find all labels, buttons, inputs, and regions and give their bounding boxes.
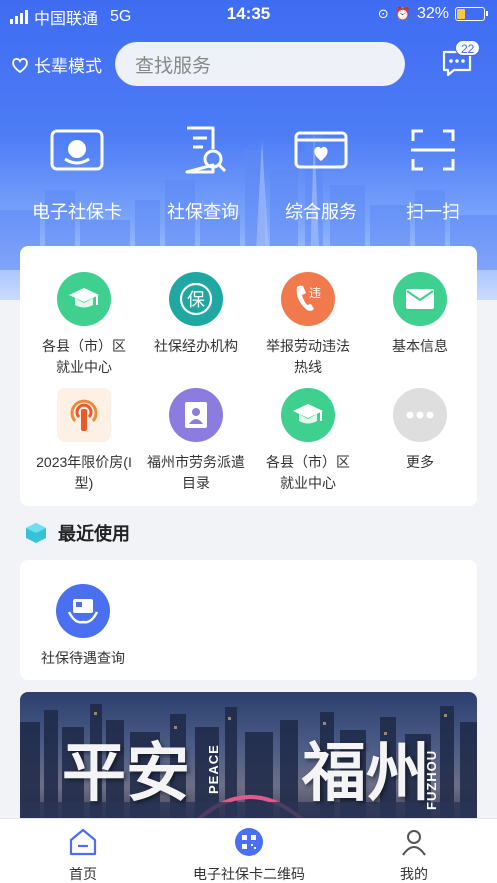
graduation-cap-icon xyxy=(281,388,335,442)
service-label: 基本信息 xyxy=(392,338,448,354)
heart-card-icon xyxy=(294,131,348,169)
social-card-icon xyxy=(50,129,104,171)
graduation-cap-icon xyxy=(57,272,111,326)
person-card-icon xyxy=(169,388,223,442)
banner-text-peace: 平安 xyxy=(62,737,190,811)
tab-mine[interactable]: 我的 xyxy=(331,827,497,883)
service-labor-dispatch[interactable]: 福州市劳务派遣目录 xyxy=(139,388,253,494)
service-label: 2023年限价房(I型) xyxy=(36,454,132,491)
recent-section-header: 最近使用 xyxy=(24,520,130,546)
service-report-hotline[interactable]: 违 举报劳动违法热线 xyxy=(251,272,365,378)
card-hand-icon xyxy=(56,584,110,638)
tab-label: 电子社保卡二维码 xyxy=(193,866,305,882)
service-label: 更多 xyxy=(406,454,434,470)
search-placeholder: 查找服务 xyxy=(135,55,212,77)
services-card: 各县（市）区就业中心 保 社保经办机构 违 举报劳动违法热线 基本信息 2023… xyxy=(20,246,477,506)
rotation-lock-icon: ⊙ xyxy=(377,6,389,21)
tab-bar: 首页 电子社保卡二维码 我的 xyxy=(0,818,497,883)
tab-home[interactable]: 首页 xyxy=(0,827,166,883)
recent-item-label: 社保待遇查询 xyxy=(41,650,125,666)
recent-title: 最近使用 xyxy=(58,524,130,544)
more-icon xyxy=(393,388,447,442)
elder-mode-label: 长辈模式 xyxy=(34,57,102,76)
cube-icon xyxy=(26,523,46,543)
message-badge: 22 xyxy=(455,40,481,56)
service-price-limited-housing[interactable]: 2023年限价房(I型) xyxy=(27,388,141,494)
service-employment-center[interactable]: 各县（市）区就业中心 xyxy=(27,272,141,378)
user-icon xyxy=(402,830,426,856)
service-ss-agency[interactable]: 保 社保经办机构 xyxy=(139,272,253,357)
mail-icon xyxy=(393,272,447,326)
scan-icon xyxy=(411,129,455,171)
service-label: 福州市劳务派遣目录 xyxy=(147,454,245,491)
battery-percent: 32% xyxy=(416,5,449,22)
promo-banner[interactable]: 平安 PEACE 福州 FUZHOU xyxy=(20,692,477,827)
service-basic-info[interactable]: 基本信息 xyxy=(363,272,477,357)
action-scan[interactable]: 扫一扫 xyxy=(378,125,488,224)
tab-label: 首页 xyxy=(69,866,97,882)
action-label: 综合服务 xyxy=(285,202,357,222)
action-comprehensive[interactable]: 综合服务 xyxy=(266,125,376,224)
service-label: 各县（市）区就业中心 xyxy=(42,338,126,375)
service-label: 社保经办机构 xyxy=(154,338,238,354)
alarm-icon: ⏰ xyxy=(394,6,411,21)
banner-text-peace-en: PEACE xyxy=(206,744,221,794)
svg-text:保: 保 xyxy=(187,290,205,311)
search-input[interactable]: 查找服务 xyxy=(115,42,405,86)
status-bar: 中国联通 5G 14:35 ⊙ ⏰ 32% xyxy=(0,0,497,30)
tab-qr-code[interactable]: 电子社保卡二维码 xyxy=(166,827,332,883)
qr-code-icon xyxy=(235,828,263,856)
action-label: 扫一扫 xyxy=(406,202,460,222)
service-employment-center-2[interactable]: 各县（市）区就业中心 xyxy=(251,388,365,494)
battery-icon xyxy=(455,7,488,21)
bao-seal-icon: 保 xyxy=(169,272,223,326)
home-icon xyxy=(69,828,97,856)
elder-mode-button[interactable]: 长辈模式 xyxy=(10,52,102,77)
banner-text-fuzhou-en: FUZHOU xyxy=(424,749,439,810)
action-social-card[interactable]: 电子社保卡 xyxy=(22,125,132,224)
tab-label: 我的 xyxy=(400,866,428,882)
service-label: 举报劳动违法热线 xyxy=(266,338,350,375)
recent-card: 社保待遇查询 xyxy=(20,560,477,680)
broadcast-icon xyxy=(57,388,111,442)
svg-text:违: 违 xyxy=(309,286,321,300)
recent-item-benefit-query[interactable]: 社保待遇查询 xyxy=(26,584,140,669)
phone-report-icon: 违 xyxy=(281,272,335,326)
action-label: 电子社保卡 xyxy=(32,202,122,222)
service-more[interactable]: 更多 xyxy=(363,388,477,473)
heart-hand-icon xyxy=(12,57,28,73)
action-ss-query[interactable]: 社保查询 xyxy=(148,125,258,224)
service-label: 各县（市）区就业中心 xyxy=(266,454,350,491)
banner-text-fuzhou: 福州 xyxy=(302,737,430,811)
action-label: 社保查询 xyxy=(167,202,239,222)
document-search-icon xyxy=(185,126,227,174)
